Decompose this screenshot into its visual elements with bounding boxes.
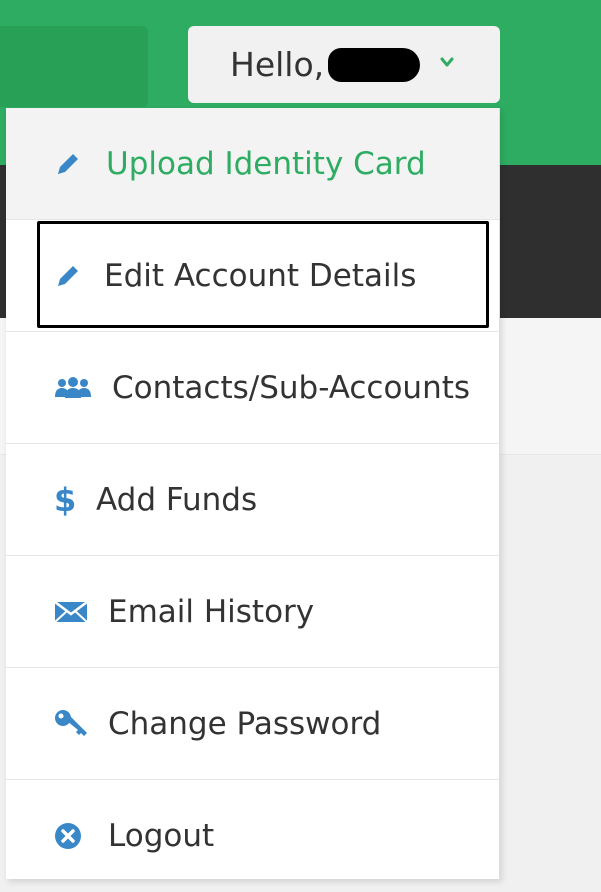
search-area[interactable]	[0, 26, 148, 107]
menu-item-edit-account-details[interactable]: Edit Account Details	[6, 220, 499, 332]
menu-item-label: Add Funds	[96, 481, 258, 518]
menu-item-email-history[interactable]: Email History	[6, 556, 499, 668]
key-icon	[54, 709, 88, 739]
menu-item-contacts-sub-accounts[interactable]: Contacts/Sub-Accounts	[6, 332, 499, 444]
menu-item-logout[interactable]: Logout	[6, 780, 499, 892]
menu-item-label: Upload Identity Card	[106, 145, 426, 182]
users-icon	[54, 376, 92, 399]
envelope-icon	[54, 600, 88, 624]
dollar-icon: $	[54, 480, 77, 519]
chevron-down-icon	[440, 57, 454, 67]
menu-item-label: Change Password	[108, 705, 382, 742]
menu-item-label: Edit Account Details	[104, 257, 417, 294]
menu-item-upload-identity-card[interactable]: Upload Identity Card	[6, 108, 499, 220]
menu-item-label: Contacts/Sub-Accounts	[112, 369, 471, 406]
menu-item-label: Email History	[108, 593, 315, 630]
user-menu-button[interactable]: Hello,	[188, 26, 500, 103]
greeting-text: Hello,	[230, 45, 325, 84]
menu-item-add-funds[interactable]: $ Add Funds	[6, 444, 499, 556]
pencil-icon	[54, 150, 82, 178]
close-circle-icon	[54, 822, 82, 850]
user-dropdown-menu: Upload Identity Card Edit Account Detail…	[6, 108, 500, 879]
menu-item-change-password[interactable]: Change Password	[6, 668, 499, 780]
pencil-icon	[54, 262, 82, 290]
menu-item-label: Logout	[108, 818, 215, 854]
redacted-username	[328, 47, 421, 82]
